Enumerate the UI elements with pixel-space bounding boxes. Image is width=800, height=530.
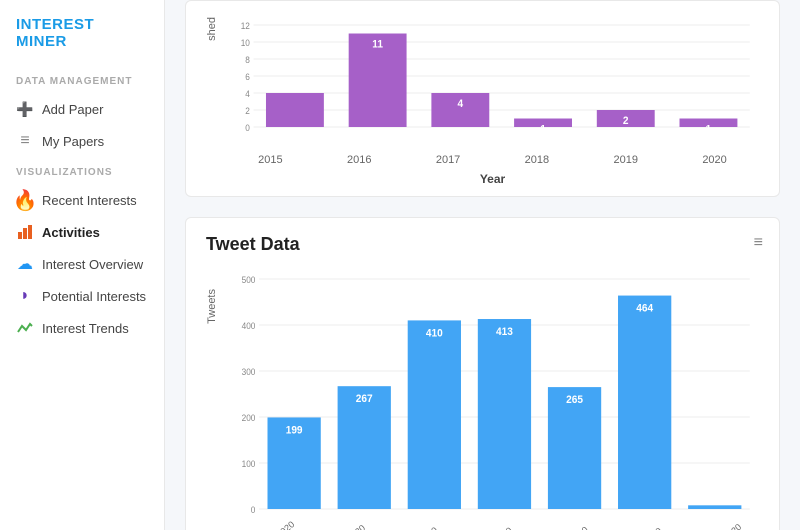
pub-x-label: 2017 [404,154,493,166]
section-label-viz: VISUALIZATIONS [0,157,164,184]
sidebar-item-label: Activities [42,225,100,240]
svg-text:6: 6 [245,72,250,82]
pub-x-label: 2019 [581,154,670,166]
sidebar-item-label: Potential Interests [42,289,146,304]
sidebar-item-activities[interactable]: Activities [0,216,164,248]
sidebar-item-label: Add Paper [42,102,103,117]
svg-text:500: 500 [242,275,256,285]
svg-text:1: 1 [540,123,546,135]
activities-icon [16,223,34,241]
pub-x-label: 2016 [315,154,404,166]
pub-y-axis-label: shed [206,17,218,45]
svg-text:413: 413 [496,326,513,338]
sidebar-item-label: Recent Interests [42,193,137,208]
svg-text:4: 4 [245,89,250,99]
svg-text:100: 100 [242,459,256,469]
sidebar-item-potential-interests[interactable]: ◗ Potential Interests [0,280,164,312]
svg-text:12: 12 [241,21,250,31]
pub-x-label: 2015 [226,154,315,166]
sidebar: INTEREST MINER DATA MANAGEMENT ➕ Add Pap… [0,0,165,530]
svg-text:0: 0 [251,505,256,515]
tweets-chart-card: Tweet Data ≡ Tweets 0 100 200 300 400 500 199 2… [185,217,780,530]
tweets-chart-title: Tweet Data [206,234,759,255]
svg-text:267: 267 [356,393,373,405]
potential-interests-icon: ◗ [16,287,34,305]
publications-bar-chart: 024681012114121 [226,17,759,147]
interest-trends-icon [16,319,34,337]
svg-text:4: 4 [458,98,464,110]
interest-overview-icon: ☁ [16,255,34,273]
add-paper-icon: ➕ [16,100,34,118]
svg-text:2: 2 [245,106,250,116]
svg-text:199: 199 [286,424,303,436]
pub-x-label: 2018 [492,154,581,166]
sidebar-item-label: Interest Overview [42,257,143,272]
svg-text:11: 11 [372,38,383,50]
recent-interests-icon: 🔥 [16,191,34,209]
svg-text:8: 8 [245,55,250,65]
pub-x-label: 2020 [670,154,759,166]
svg-text:200: 200 [242,413,256,423]
sidebar-item-interest-overview[interactable]: ☁ Interest Overview [0,248,164,280]
svg-text:1: 1 [706,123,712,135]
svg-text:10: 10 [241,38,250,48]
section-label-data: DATA MANAGEMENT [0,66,164,93]
sidebar-item-label: My Papers [42,134,104,149]
svg-text:2: 2 [623,115,629,127]
svg-text:265: 265 [566,394,583,406]
main-content: shed 024681012114121 2015 2016 2017 2018… [165,0,800,530]
svg-text:464: 464 [636,302,653,314]
svg-text:410: 410 [426,327,443,339]
svg-text:400: 400 [242,321,256,331]
sidebar-item-label: Interest Trends [42,321,129,336]
tweets-bar-chart: 0 100 200 300 400 500 199 267 410 413 265 464 [226,269,759,529]
svg-text:300: 300 [242,367,256,377]
app-logo: INTEREST MINER [0,16,164,66]
my-papers-icon: ≡ [16,132,34,150]
pub-x-axis-title: Year [226,172,759,186]
publications-chart-card: shed 024681012114121 2015 2016 2017 2018… [185,0,780,197]
chart-menu-icon[interactable]: ≡ [754,234,763,252]
sidebar-item-my-papers[interactable]: ≡ My Papers [0,125,164,157]
sidebar-item-interest-trends[interactable]: Interest Trends [0,312,164,344]
sidebar-item-add-paper[interactable]: ➕ Add Paper [0,93,164,125]
svg-text:0: 0 [245,123,250,133]
sidebar-item-recent-interests[interactable]: 🔥 Recent Interests [0,184,164,216]
tweets-y-axis-label: Tweets [206,269,218,324]
